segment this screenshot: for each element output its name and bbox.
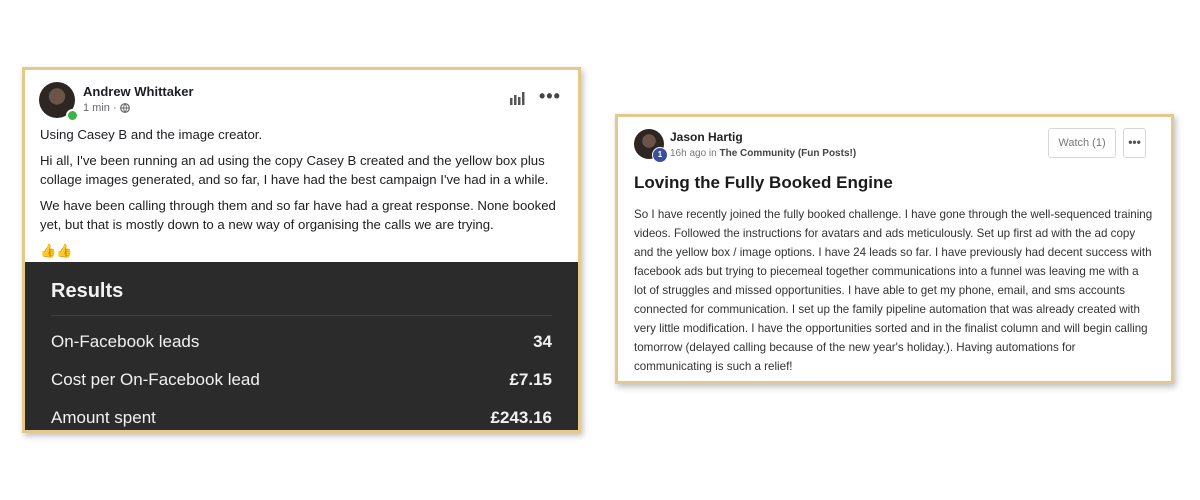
community-link[interactable]: The Community (Fun Posts!) (720, 148, 857, 159)
more-options-icon[interactable]: ••• (539, 86, 561, 107)
post-paragraph: We have been calling through them and so… (40, 198, 556, 232)
post-time[interactable]: 1 min · (83, 102, 117, 114)
post-meta: 16h ago in The Community (Fun Posts!) (670, 148, 856, 159)
post-body: So I have recently joined the fully book… (634, 208, 1153, 373)
thumbs-up-emoji: 👍👍 (40, 243, 73, 258)
watch-button[interactable]: Watch (1) (1048, 128, 1116, 158)
author-name[interactable]: Jason Hartig (670, 130, 743, 144)
online-status-dot (66, 109, 79, 122)
globe-icon (119, 103, 130, 113)
results-row-value: 34 (533, 332, 552, 351)
results-title: Results (51, 280, 124, 302)
insights-icon[interactable] (509, 91, 525, 105)
results-divider (51, 315, 552, 316)
post-meta: 1 min · (83, 102, 130, 114)
results-row-value: £243.16 (490, 408, 552, 427)
ad-results-panel: Results On-Facebook leads 34 Cost per On… (25, 262, 578, 430)
results-row-value: £7.15 (509, 370, 552, 389)
facebook-post-card: Andrew Whittaker 1 min · ••• Using Casey… (22, 67, 581, 433)
author-name[interactable]: Andrew Whittaker (83, 84, 194, 99)
more-options-icon[interactable]: ••• (1123, 128, 1146, 158)
results-row-label: On-Facebook leads (51, 332, 200, 351)
post-paragraph: Using Casey B and the image creator. (40, 127, 263, 142)
community-post-card: 1 Jason Hartig 16h ago in The Community … (615, 114, 1174, 384)
post-time: 16h ago in (670, 148, 717, 159)
results-row-label: Amount spent (51, 408, 156, 427)
results-row-label: Cost per On-Facebook lead (51, 370, 260, 389)
results-row: Amount spent £243.16 (51, 408, 552, 430)
results-row: Cost per On-Facebook lead £7.15 (51, 370, 552, 394)
results-row: On-Facebook leads 34 (51, 332, 552, 356)
level-badge: 1 (652, 147, 668, 163)
post-title[interactable]: Loving the Fully Booked Engine (634, 173, 893, 193)
post-paragraph: Hi all, I've been running an ad using th… (40, 153, 549, 187)
post-body: Using Casey B and the image creator. Hi … (40, 125, 570, 260)
